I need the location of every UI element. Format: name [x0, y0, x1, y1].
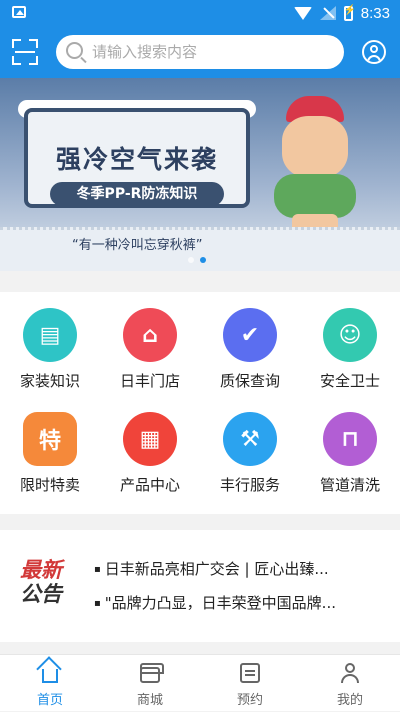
app-header: [0, 26, 400, 78]
tab-mine[interactable]: 我的: [300, 655, 400, 712]
tab-mall[interactable]: 商城: [100, 655, 200, 712]
notice-item[interactable]: "品牌力凸显，日丰荣登中国品牌...: [94, 592, 384, 613]
scan-icon[interactable]: [12, 39, 38, 65]
search-bar[interactable]: [56, 35, 344, 69]
service-flash-sale[interactable]: 特 限时特卖: [0, 396, 100, 496]
grid-icon: ▦: [123, 412, 177, 466]
banner-title: 强冷空气来袭: [55, 145, 218, 174]
service-label: 丰行服务: [219, 476, 280, 494]
promo-banner[interactable]: 强冷空气来袭 冬季PP-R防冻知识 “有一种冷叫忘穿秋裤”: [0, 78, 400, 271]
service-label: 家装知识: [19, 372, 80, 390]
banner-caption: “有一种冷叫忘穿秋裤”: [72, 238, 203, 253]
service-label: 管道清洗: [319, 476, 380, 494]
wifi-icon: [293, 6, 312, 20]
news-notice: 最新 公告 日丰新品亮相广交会 | 匠心出臻... "品牌力凸显，日丰荣登中国品…: [0, 530, 400, 642]
carousel-indicator: [188, 257, 206, 263]
search-icon: [66, 42, 83, 59]
notice-logo-line2: 公告: [20, 582, 62, 606]
service-home-knowledge[interactable]: ▤ 家装知识: [0, 292, 100, 392]
tab-label: 商城: [136, 693, 163, 708]
store-icon: ⌂: [123, 308, 177, 362]
tab-booking[interactable]: 预约: [200, 655, 300, 712]
service-label: 产品中心: [119, 476, 180, 494]
user-icon: [340, 663, 360, 683]
calendar-icon: [240, 663, 260, 683]
notice-item[interactable]: 日丰新品亮相广交会 | 匠心出臻...: [94, 558, 384, 579]
tab-label: 预约: [236, 693, 263, 708]
service-label: 质保查询: [219, 372, 280, 390]
service-label: 安全卫士: [319, 372, 380, 390]
document-icon: ▤: [23, 308, 77, 362]
banner-sign: 强冷空气来袭 冬季PP-R防冻知识: [24, 108, 250, 208]
drill-icon: ⚒: [223, 412, 277, 466]
battery-charging-icon: [343, 5, 356, 21]
shield-check-icon: ✔: [223, 308, 277, 362]
status-time: 8:33: [360, 4, 390, 22]
service-label: 限时特卖: [19, 476, 80, 494]
status-indicators: 8:33: [293, 4, 390, 22]
notice-logo-line1: 最新: [20, 558, 62, 582]
carousel-dot-active[interactable]: [200, 257, 206, 263]
pipe-icon: ⊓: [323, 412, 377, 466]
service-repair[interactable]: ⚒ 丰行服务: [200, 396, 300, 496]
service-label: 日丰门店: [119, 372, 180, 390]
no-signal-icon: [319, 6, 336, 20]
banner-subtitle: 冬季PP-R防冻知识: [50, 182, 224, 206]
service-pipe-cleaning[interactable]: ⊓ 管道清洗: [300, 396, 400, 496]
status-bar: 8:33: [0, 0, 400, 26]
cold-person-illustration: [270, 96, 362, 246]
carousel-dot[interactable]: [188, 257, 194, 263]
bottom-tab-bar: 首页 商城 预约 我的: [0, 654, 400, 711]
store-icon: [140, 663, 164, 683]
tab-label: 首页: [36, 693, 63, 708]
service-stores[interactable]: ⌂ 日丰门店: [100, 292, 200, 392]
services-grid: ▤ 家装知识 ⌂ 日丰门店 ✔ 质保查询 ☺ 安全卫士 特 限时特卖 ▦ 产品中…: [0, 292, 400, 514]
search-input[interactable]: [92, 35, 332, 69]
tab-home[interactable]: 首页: [0, 655, 100, 712]
service-warranty[interactable]: ✔ 质保查询: [200, 292, 300, 392]
guard-icon: ☺: [323, 308, 377, 362]
service-products[interactable]: ▦ 产品中心: [100, 396, 200, 496]
latest-notice-logo: 最新 公告: [20, 558, 72, 606]
home-icon: [42, 669, 58, 683]
profile-icon[interactable]: [362, 40, 386, 64]
gallery-notification-icon: [12, 6, 26, 18]
tab-label: 我的: [336, 693, 363, 708]
sale-tag-icon: 特: [23, 412, 77, 466]
service-safety[interactable]: ☺ 安全卫士: [300, 292, 400, 392]
